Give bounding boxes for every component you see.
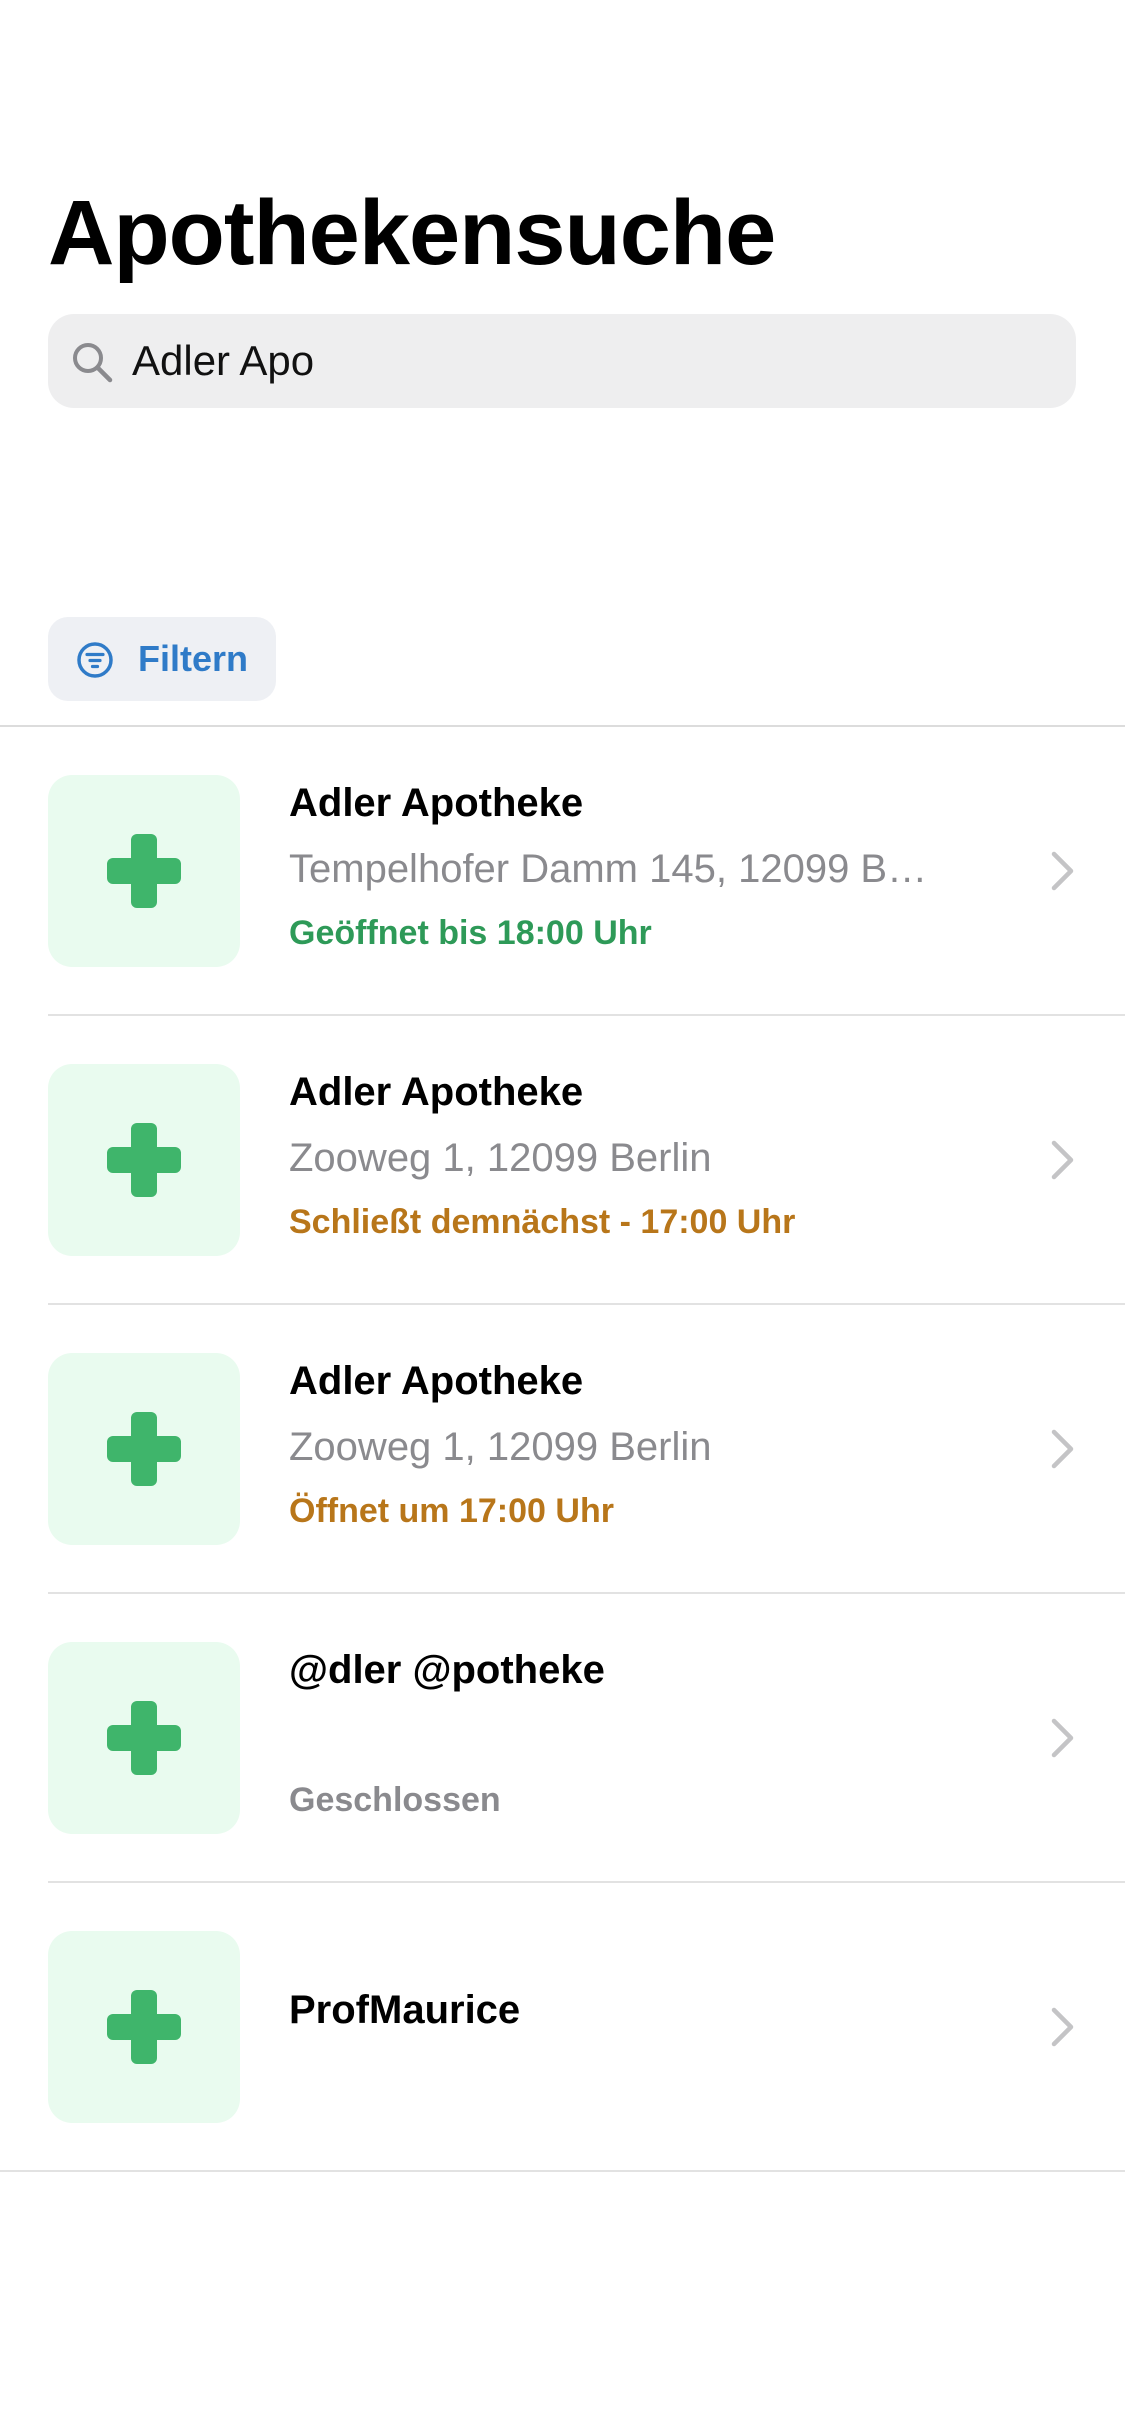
pharmacy-row[interactable]: @dler @potheke Geschlossen (0, 1594, 1125, 1883)
pharmacy-name: @dler @potheke (289, 1648, 605, 1692)
pharmacy-row[interactable]: ProfMaurice (0, 1883, 1125, 2172)
pharmacy-row[interactable]: Adler Apotheke Tempelhofer Damm 145, 1209… (0, 727, 1125, 1016)
search-input[interactable]: Adler Apo (132, 314, 314, 408)
pharmacy-cross-icon (107, 1123, 181, 1197)
pharmacy-status: Öffnet um 17:00 Uhr (289, 1492, 614, 1530)
pharmacy-row[interactable]: Adler Apotheke Zooweg 1, 12099 Berlin Schl… (0, 1016, 1125, 1305)
chevron-right-icon (1051, 2007, 1074, 2047)
pharmacy-thumbnail (48, 1931, 240, 2123)
pharmacy-status: Geschlossen (289, 1781, 501, 1819)
chevron-right-icon (1051, 1429, 1074, 1469)
filter-icon (77, 642, 113, 678)
pharmacy-thumbnail (48, 775, 240, 967)
filter-button-label: Filtern (138, 638, 249, 679)
pharmacy-name: Adler Apotheke (289, 1070, 584, 1114)
pharmacy-address: Tempelhofer Damm 145, 12099 Berlin (289, 847, 929, 891)
chevron-right-icon (1051, 1140, 1074, 1180)
page-title: Apothekensuche (48, 182, 776, 284)
pharmacy-row[interactable]: Adler Apotheke Zooweg 1, 12099 Berlin Öffn… (0, 1305, 1125, 1594)
chevron-right-icon (1051, 851, 1074, 891)
filter-button[interactable]: Filtern (48, 617, 276, 701)
pharmacy-thumbnail (48, 1642, 240, 1834)
row-divider (0, 2170, 1125, 2172)
pharmacy-status: Schließt demnächst - 17:00 Uhr (289, 1203, 796, 1241)
pharmacy-thumbnail (48, 1353, 240, 1545)
chevron-right-icon (1051, 1718, 1074, 1758)
pharmacy-cross-icon (107, 1990, 181, 2064)
search-field[interactable]: Adler Apo (48, 314, 1076, 408)
pharmacy-thumbnail (48, 1064, 240, 1256)
pharmacy-cross-icon (107, 1701, 181, 1775)
pharmacy-address: Zooweg 1, 12099 Berlin (289, 1425, 712, 1469)
pharmacy-status: Geöffnet bis 18:00 Uhr (289, 914, 652, 952)
pharmacy-name: Adler Apotheke (289, 1359, 584, 1403)
pharmacy-name: Adler Apotheke (289, 781, 584, 825)
pharmacy-name: ProfMaurice (289, 1988, 521, 2032)
pharmacy-cross-icon (107, 834, 181, 908)
search-icon (73, 343, 113, 383)
pharmacy-address: Zooweg 1, 12099 Berlin (289, 1136, 712, 1180)
pharmacy-cross-icon (107, 1412, 181, 1486)
